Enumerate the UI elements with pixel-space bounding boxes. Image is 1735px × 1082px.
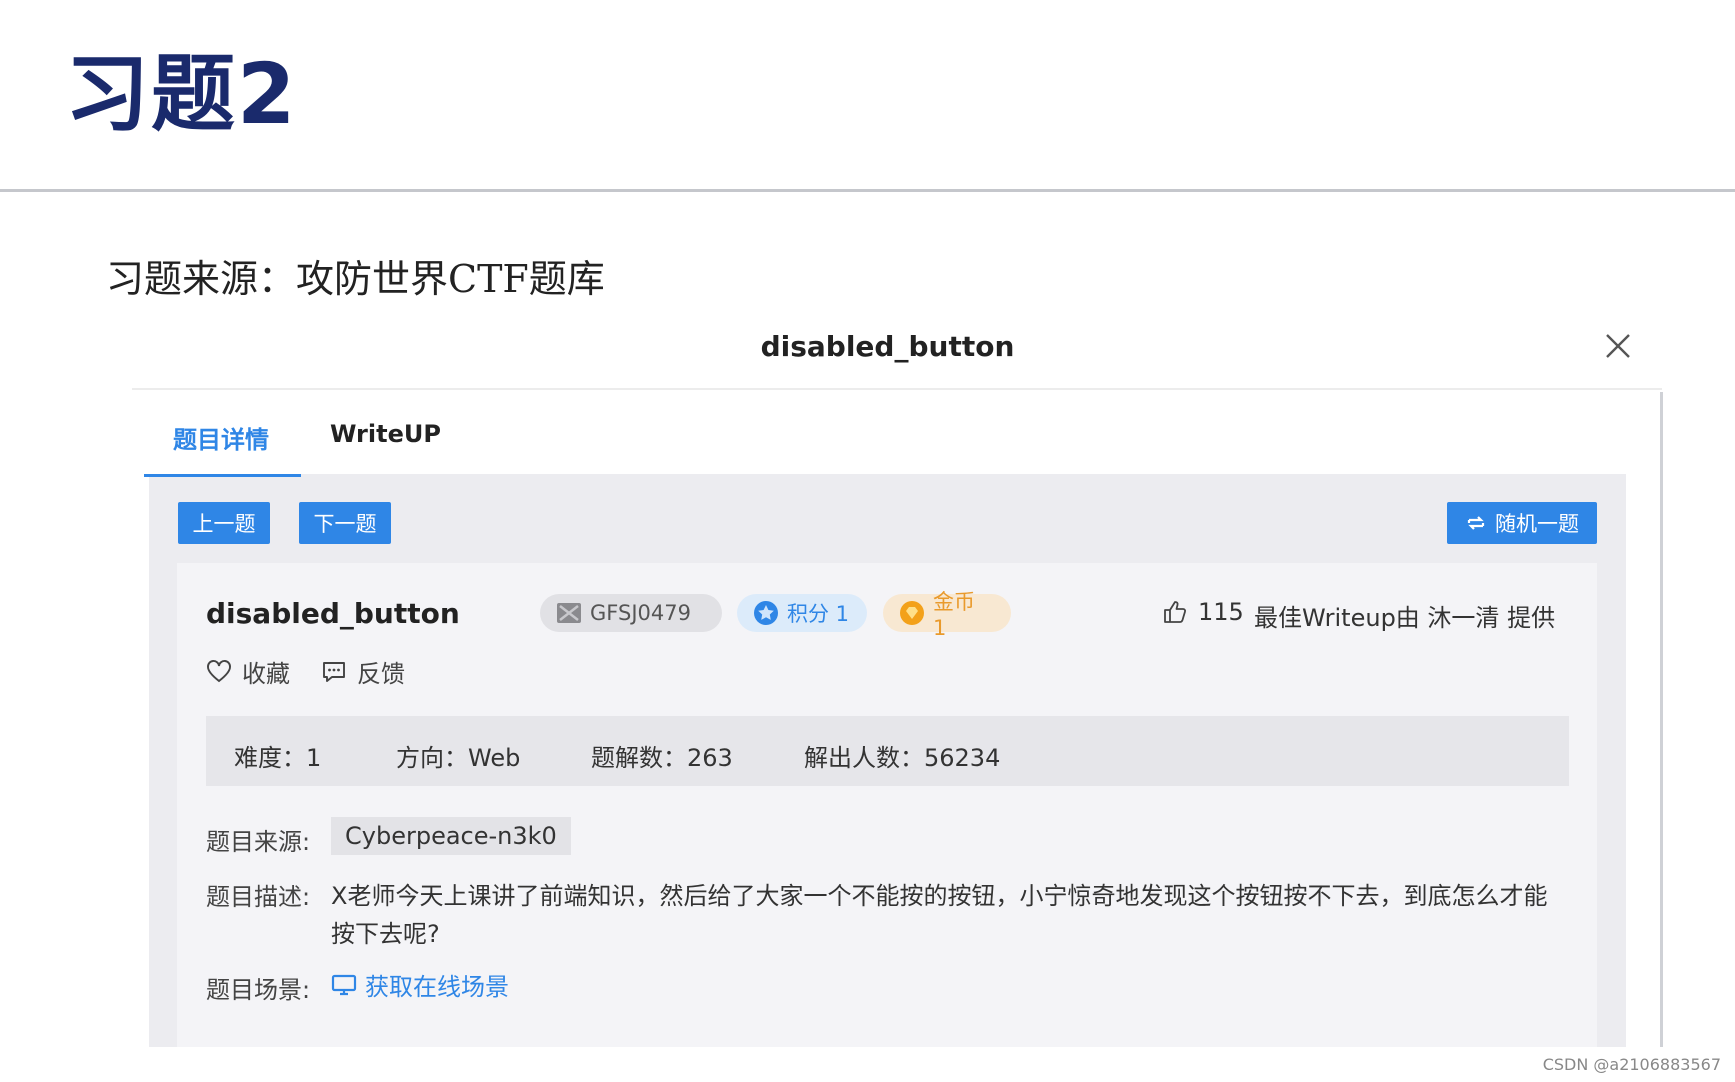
challenge-name: disabled_button: [206, 597, 460, 630]
comment-icon: [323, 661, 345, 682]
solutions-stat: 题解数：263: [591, 744, 733, 772]
shuffle-icon: [1467, 516, 1485, 530]
challenge-stats-bar: 难度：1 方向：Web 题解数：263 解出人数：56234: [206, 716, 1569, 786]
points-badge: 积分 1: [737, 594, 867, 632]
favorite-label: 收藏: [242, 660, 290, 688]
points-star-icon: [754, 601, 778, 625]
dialog-header-divider: [132, 388, 1662, 390]
slide-divider: [0, 189, 1735, 192]
slide-subtitle: 习题来源：攻防世界CTF题库: [106, 257, 605, 301]
random-challenge-label: 随机一题: [1495, 512, 1579, 536]
slide-title: 习题2: [65, 45, 298, 143]
solvers-stat: 解出人数：56234: [804, 744, 1001, 772]
prev-challenge-button[interactable]: 上一题: [178, 502, 270, 544]
csdn-watermark: CSDN @a2106883567: [1542, 1055, 1721, 1074]
monitor-icon: [331, 974, 357, 995]
favorite-button[interactable]: 收藏: [206, 654, 290, 689]
description-text: X老师今天上课讲了前端知识，然后给了大家一个不能按的按钮，小宁惊奇地发现这个按钮…: [331, 882, 1548, 948]
scene-label: 题目场景:: [206, 976, 311, 1004]
description-label: 题目描述:: [206, 883, 311, 911]
dialog-right-border: [1660, 392, 1663, 1047]
difficulty-stat: 难度：1: [234, 744, 322, 772]
feedback-button[interactable]: 反馈: [321, 654, 405, 689]
tab-writeup[interactable]: WriteUP: [330, 420, 441, 448]
challenge-avatar-icon: [557, 603, 581, 623]
best-writeup-credit[interactable]: 最佳Writeup由 沐一清 提供: [1254, 598, 1555, 633]
direction-stat: 方向：Web: [396, 744, 521, 772]
challenge-id: GFSJ0479: [590, 601, 691, 625]
active-tab-indicator: [144, 474, 301, 477]
source-tag: Cyberpeace-n3k0: [331, 817, 571, 855]
source-label: 题目来源:: [206, 828, 311, 856]
get-online-scene-link[interactable]: 获取在线场景: [331, 967, 509, 1002]
challenge-id-badge: GFSJ0479: [540, 594, 722, 632]
thumbs-up-icon: [1164, 601, 1187, 623]
feedback-label: 反馈: [357, 660, 405, 688]
prev-challenge-label: 上一题: [192, 512, 256, 536]
scene-link-label: 获取在线场景: [365, 973, 509, 1001]
tab-challenge-details[interactable]: 题目详情: [173, 420, 269, 455]
random-challenge-button[interactable]: 随机一题: [1447, 502, 1597, 544]
coins-value: 金币 1: [933, 590, 975, 640]
dialog-title: disabled_button: [760, 330, 1015, 363]
points-value: 积分 1: [787, 602, 850, 626]
close-icon[interactable]: [1604, 332, 1632, 360]
coin-icon: [900, 601, 924, 625]
like-button[interactable]: 115: [1162, 598, 1244, 626]
heart-icon: [207, 659, 231, 682]
like-count: 115: [1198, 598, 1244, 626]
next-challenge-label: 下一题: [313, 512, 377, 536]
next-challenge-button[interactable]: 下一题: [299, 502, 391, 544]
coins-badge: 金币 1: [883, 590, 1011, 640]
